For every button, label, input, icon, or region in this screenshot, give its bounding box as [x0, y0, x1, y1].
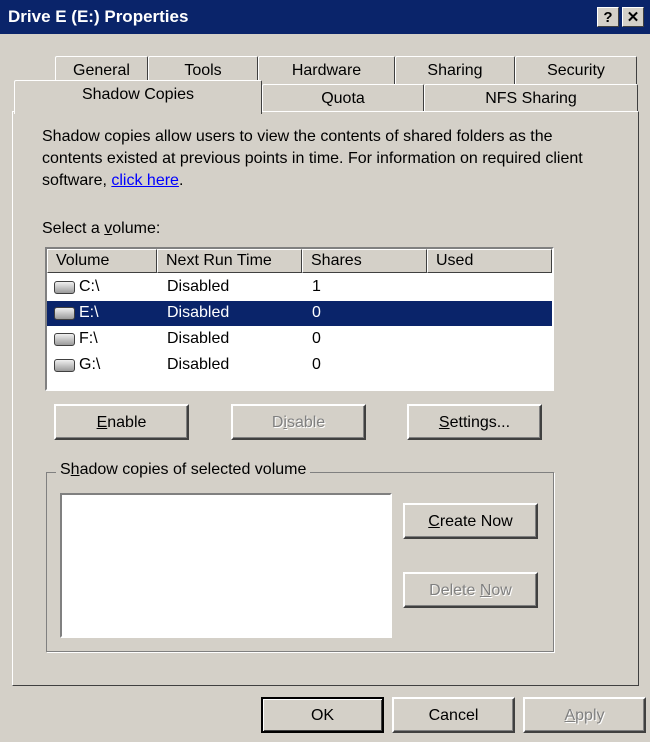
tab-sharing[interactable]: Sharing — [395, 56, 515, 86]
disable-button[interactable]: Disable — [231, 404, 366, 440]
enable-button-label: nable — [107, 414, 147, 431]
table-row[interactable]: G:\ Disabled 0 — [47, 353, 552, 378]
group-label-post: adow copies of selected volume — [79, 461, 307, 478]
tab-hardware[interactable]: Hardware — [258, 56, 395, 86]
create-now-button-key: C — [428, 513, 440, 530]
select-volume-label-pre: Select a — [42, 220, 105, 237]
select-volume-label-post: olume: — [112, 220, 161, 237]
enable-button[interactable]: Enable — [54, 404, 189, 440]
close-button[interactable]: ✕ — [622, 7, 644, 27]
create-now-button-label: reate Now — [439, 513, 513, 530]
ok-button[interactable]: OK — [261, 697, 384, 733]
delete-now-button-pre: Delete — [429, 582, 480, 599]
window-title: Drive E (E:) Properties — [8, 7, 189, 26]
shadow-copies-group-label: Shadow copies of selected volume — [56, 461, 311, 479]
enable-button-key: E — [96, 414, 108, 431]
shares-cell: 1 — [312, 278, 321, 295]
volume-list[interactable]: Volume Next Run Time Shares Used C:\ Dis… — [45, 247, 554, 391]
next-run-cell: Disabled — [167, 304, 230, 321]
volume-list-header: Volume Next Run Time Shares Used — [47, 249, 552, 273]
next-run-cell: Disabled — [167, 330, 230, 347]
settings-button-key: S — [438, 414, 450, 431]
drive-icon — [54, 359, 75, 372]
table-row[interactable]: E:\ Disabled 0 — [47, 301, 552, 326]
tab-quota[interactable]: Quota — [262, 84, 424, 114]
tab-nfs-sharing[interactable]: NFS Sharing — [424, 84, 638, 114]
cancel-button[interactable]: Cancel — [392, 697, 515, 733]
settings-button-label: ettings... — [449, 414, 511, 431]
select-volume-label: Select a volume: — [42, 220, 160, 238]
title-bar: Drive E (E:) Properties ? ✕ — [0, 0, 650, 34]
client-software-link[interactable]: click here — [111, 172, 179, 189]
shares-cell: 0 — [312, 304, 321, 321]
delete-now-button-label: ow — [491, 582, 512, 599]
volume-cell: G:\ — [79, 356, 101, 373]
create-now-button[interactable]: Create Now — [403, 503, 538, 539]
next-run-cell: Disabled — [167, 356, 230, 373]
volume-cell: E:\ — [79, 304, 99, 321]
next-run-cell: Disabled — [167, 278, 230, 295]
volume-cell: C:\ — [79, 278, 100, 295]
column-volume[interactable]: Volume — [47, 249, 157, 273]
shadow-copies-group: Shadow copies of selected volume — [46, 461, 554, 652]
disable-button-label: sable — [286, 414, 326, 431]
description-suffix: . — [178, 172, 184, 189]
shares-cell: 0 — [312, 330, 321, 347]
shadow-copies-list[interactable] — [60, 493, 392, 638]
table-row[interactable]: C:\ Disabled 1 — [47, 275, 552, 300]
description-text: Shadow copies allow users to view the co… — [42, 126, 612, 192]
apply-button-key: A — [564, 707, 576, 724]
apply-button[interactable]: Apply — [523, 697, 646, 733]
column-used[interactable]: Used — [427, 249, 552, 273]
delete-now-button[interactable]: Delete Now — [403, 572, 538, 608]
column-shares[interactable]: Shares — [302, 249, 427, 273]
apply-button-label: pply — [575, 707, 605, 724]
disable-button-pre: D — [271, 414, 284, 431]
help-button[interactable]: ? — [597, 7, 619, 27]
table-row[interactable]: F:\ Disabled 0 — [47, 327, 552, 352]
drive-icon — [54, 307, 75, 320]
volume-cell: F:\ — [79, 330, 98, 347]
shares-cell: 0 — [312, 356, 321, 373]
settings-button[interactable]: Settings... — [407, 404, 542, 440]
tab-security[interactable]: Security — [515, 56, 637, 86]
delete-now-button-key: N — [479, 582, 492, 599]
group-label-key: h — [70, 461, 80, 478]
tab-shadow-copies[interactable]: Shadow Copies — [14, 80, 262, 114]
column-next-run-time[interactable]: Next Run Time — [157, 249, 302, 273]
drive-icon — [54, 333, 75, 346]
drive-icon — [54, 281, 75, 294]
group-label-pre: S — [60, 461, 71, 478]
